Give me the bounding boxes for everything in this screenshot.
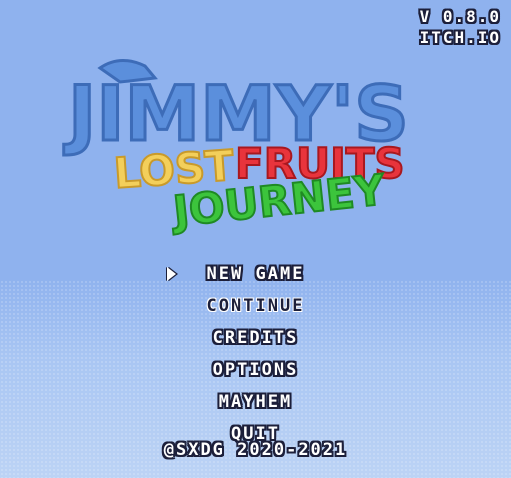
menu-item-new-game[interactable]: NEW GAME bbox=[0, 258, 511, 290]
copyright-text: @SXDG 2020-2021 bbox=[163, 440, 348, 460]
menu-item-label: CONTINUE bbox=[206, 296, 305, 316]
selection-cursor-icon bbox=[167, 267, 176, 281]
game-logo: JIMMY'S LOST FRUITS JOURNEY bbox=[60, 48, 420, 238]
platform-label: ITCH.IO bbox=[419, 28, 501, 47]
menu-item-credits[interactable]: CREDITS bbox=[0, 322, 511, 354]
main-menu: NEW GAME CONTINUE CREDITS OPTIONS MAYHEM… bbox=[0, 258, 511, 450]
menu-item-mayhem[interactable]: MAYHEM bbox=[0, 386, 511, 418]
menu-item-label: NEW GAME bbox=[206, 264, 305, 284]
logo-artwork: JIMMY'S LOST FRUITS JOURNEY bbox=[62, 59, 410, 237]
version-number: V 0.8.0 bbox=[419, 7, 501, 26]
menu-item-options[interactable]: OPTIONS bbox=[0, 354, 511, 386]
version-info: V 0.8.0 ITCH.IO bbox=[420, 6, 501, 48]
menu-item-label: CREDITS bbox=[212, 328, 299, 348]
menu-item-label: OPTIONS bbox=[212, 360, 299, 380]
menu-item-label: MAYHEM bbox=[218, 392, 293, 412]
menu-item-continue[interactable]: CONTINUE bbox=[0, 290, 511, 322]
title-screen: V 0.8.0 ITCH.IO JIMMY'S LOST FRUITS JOUR… bbox=[0, 0, 511, 478]
